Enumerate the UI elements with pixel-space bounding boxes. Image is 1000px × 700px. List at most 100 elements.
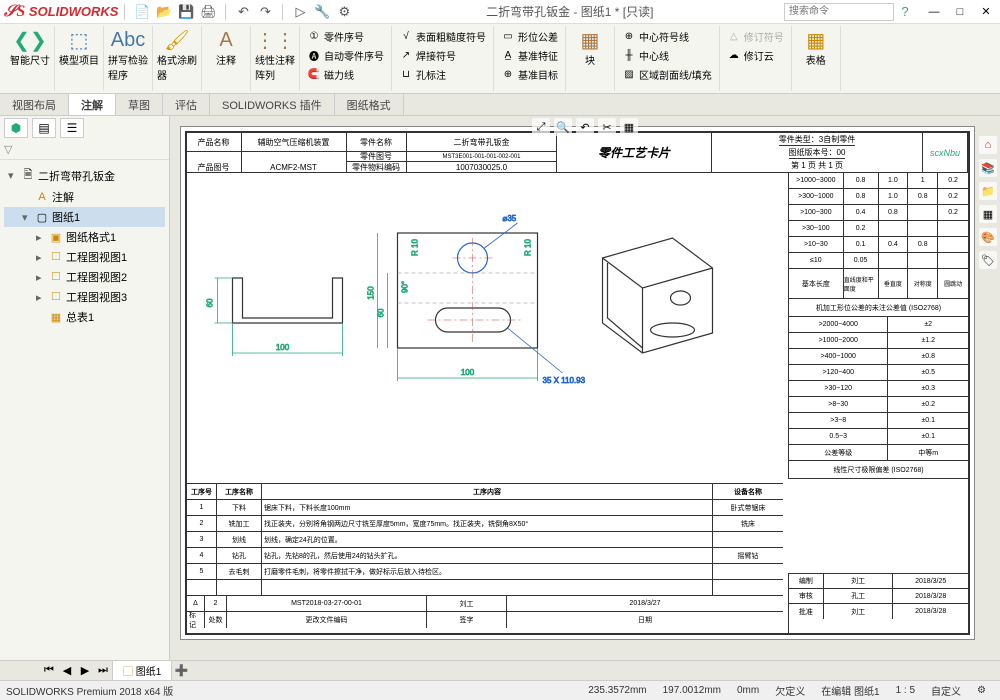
svg-text:60: 60 xyxy=(377,308,386,317)
center-mark-button[interactable]: ⊕中心符号线 xyxy=(619,28,715,45)
auto-balloon-button[interactable]: 🅐自动零件序号 xyxy=(304,47,387,64)
hdr-prod-num-val xyxy=(242,152,347,162)
weld-symbol-button[interactable]: ↗焊接符号 xyxy=(396,47,489,64)
tab-addins[interactable]: SOLIDWORKS 插件 xyxy=(210,94,335,115)
minimize-button[interactable]: — xyxy=(924,3,944,21)
hdr-mat-code-val: 1007030025.0 xyxy=(407,162,557,172)
revision-cloud-button[interactable]: ☁修订云 xyxy=(724,47,787,64)
section-icon[interactable]: ✂ xyxy=(598,118,616,136)
heads-up-toolbar: ⤢ 🔍 ↶ ✂ ▦ xyxy=(532,118,638,136)
centerline-button[interactable]: ╫中心线 xyxy=(619,47,715,64)
svg-text:90°: 90° xyxy=(401,281,410,293)
filter-icon[interactable]: ▽ xyxy=(4,143,12,156)
format-painter-button[interactable]: 🖌 格式涂刷器 xyxy=(157,28,197,82)
display-style-icon[interactable]: ▦ xyxy=(620,118,638,136)
geo-tol-icon: ▭ xyxy=(501,31,515,42)
sheet-tab-1[interactable]: ▢ 图纸1 xyxy=(112,660,172,681)
feature-tree-tab[interactable]: ⬢ xyxy=(4,118,28,138)
feature-tree[interactable]: ▾🗎二折弯带孔钣金 A注解 ▾▢图纸1 ▸▣图纸格式1 ▸🞎工程图视图1 ▸🞎工… xyxy=(0,160,169,660)
status-gear-icon[interactable]: ⚙ xyxy=(977,685,986,696)
tol2-row: >30~120±0.3 xyxy=(789,381,968,397)
spell-check-button[interactable]: Abc 拼写检验程序 xyxy=(108,28,148,82)
tab-next-icon[interactable]: ▶ xyxy=(76,664,94,677)
feature-manager-panel: ⬢ ▤ ☰ ▽ ▾🗎二折弯带孔钣金 A注解 ▾▢图纸1 ▸▣图纸格式1 ▸🞎工程… xyxy=(0,116,170,660)
hdr-prod-name-val: 辅助空气压缩机装置 xyxy=(242,133,347,152)
weld-icon: ↗ xyxy=(399,50,413,61)
linear-note-button[interactable]: ⋮⋮ 线性注释阵列 xyxy=(255,28,295,82)
tree-view1[interactable]: ▸🞎工程图视图1 xyxy=(4,247,165,267)
tree-sheet1[interactable]: ▾▢图纸1 xyxy=(4,207,165,227)
command-search-input[interactable] xyxy=(784,3,894,21)
tab-last-icon[interactable]: ⏭ xyxy=(94,664,112,677)
design-lib-icon[interactable]: 📚 xyxy=(979,159,997,177)
close-button[interactable]: ✕ xyxy=(976,3,996,21)
table-button[interactable]: ▦ 表格 xyxy=(796,28,836,67)
undo-icon[interactable]: ↶ xyxy=(234,3,252,21)
svg-text:R 10: R 10 xyxy=(524,239,533,256)
svg-text:150: 150 xyxy=(367,286,376,300)
config-tab[interactable]: ☰ xyxy=(60,118,84,138)
tab-prev-icon[interactable]: ◀ xyxy=(58,664,76,677)
view-palette-icon[interactable]: ▦ xyxy=(979,205,997,223)
status-custom[interactable]: 自定义 xyxy=(931,683,961,698)
add-sheet-icon[interactable]: ➕ xyxy=(172,664,190,677)
company-logo: scxNbu xyxy=(923,133,968,172)
drawing-canvas[interactable]: ⤢ 🔍 ↶ ✂ ▦ ⌂ 📚 📁 ▦ 🎨 🏷 产品名称 辅助空气压缩机装置 xyxy=(170,116,1000,660)
balloon-button[interactable]: ①零件序号 xyxy=(304,28,387,45)
zoom-fit-icon[interactable]: ⤢ xyxy=(532,118,550,136)
tab-first-icon[interactable]: ⏮ xyxy=(40,664,58,677)
view-icon: 🞎 xyxy=(49,271,63,284)
resources-icon[interactable]: ⌂ xyxy=(979,136,997,154)
sheet-tabs: ⏮ ◀ ▶ ⏭ ▢ 图纸1 ➕ xyxy=(0,660,1000,680)
select-icon[interactable]: ▷ xyxy=(291,3,309,21)
model-items-button[interactable]: ⬚ 模型项目 xyxy=(59,28,99,67)
rebuild-icon[interactable]: 🔧 xyxy=(313,3,331,21)
app-logo: 𝒮S SOLIDWORKS xyxy=(4,3,118,21)
datum-feature-button[interactable]: A̲基准特征 xyxy=(498,47,561,64)
smart-dimension-button[interactable]: ❮❯ 智能尺寸 xyxy=(10,28,50,67)
tab-view-layout[interactable]: 视图布局 xyxy=(0,94,69,115)
tree-sheet-format[interactable]: ▸▣图纸格式1 xyxy=(4,227,165,247)
tab-sketch[interactable]: 草图 xyxy=(116,94,163,115)
hatch-icon: ▨ xyxy=(622,69,636,80)
help-icon[interactable]: ? xyxy=(896,3,914,21)
drawing-sheet[interactable]: 产品名称 辅助空气压缩机装置 零件名称 二折弯带孔钣金 零件图号 MST3E00… xyxy=(180,126,975,640)
tab-evaluate[interactable]: 评估 xyxy=(163,94,210,115)
options-icon[interactable]: ⚙ xyxy=(335,3,353,21)
save-icon[interactable]: 💾 xyxy=(177,3,195,21)
part-type-label: 零件类型：3自制零件 xyxy=(779,133,855,146)
magnetic-line-button[interactable]: 🧲磁力线 xyxy=(304,66,387,83)
format-icon: ▣ xyxy=(49,231,63,244)
revision-symbol-button[interactable]: △修订符号 xyxy=(724,28,787,45)
tab-annotate[interactable]: 注解 xyxy=(69,94,116,115)
file-explorer-icon[interactable]: 📁 xyxy=(979,182,997,200)
custom-props-icon[interactable]: 🏷 xyxy=(979,251,997,269)
tab-sheet-format[interactable]: 图纸格式 xyxy=(335,94,404,115)
prev-view-icon[interactable]: ↶ xyxy=(576,118,594,136)
hole-callout-button[interactable]: ⊔孔标注 xyxy=(396,66,489,83)
tol2-row: >120~400±0.5 xyxy=(789,365,968,381)
zoom-area-icon[interactable]: 🔍 xyxy=(554,118,572,136)
note-button[interactable]: A 注释 xyxy=(206,28,246,67)
center-mark-icon: ⊕ xyxy=(622,31,636,42)
tree-annotations[interactable]: A注解 xyxy=(4,187,165,207)
tree-general-table[interactable]: ▦总表1 xyxy=(4,307,165,327)
property-tab[interactable]: ▤ xyxy=(32,118,56,138)
tree-view3[interactable]: ▸🞎工程图视图3 xyxy=(4,287,165,307)
tree-view2[interactable]: ▸🞎工程图视图2 xyxy=(4,267,165,287)
tol2-row: >3~8±0.1 xyxy=(789,413,968,429)
new-icon[interactable]: 📄 xyxy=(133,3,151,21)
block-button[interactable]: ▦ 块 xyxy=(570,28,610,67)
hatch-button[interactable]: ▨区域剖面线/填充 xyxy=(619,66,715,83)
open-icon[interactable]: 📂 xyxy=(155,3,173,21)
tree-root[interactable]: ▾🗎二折弯带孔钣金 xyxy=(4,164,165,187)
surface-finish-button[interactable]: √表面粗糙度符号 xyxy=(396,28,489,45)
maximize-button[interactable]: □ xyxy=(950,3,970,21)
appearance-icon[interactable]: 🎨 xyxy=(979,228,997,246)
print-icon[interactable]: 🖨 xyxy=(199,3,217,21)
redo-icon[interactable]: ↷ xyxy=(256,3,274,21)
datum-target-button[interactable]: ⊕基准目标 xyxy=(498,66,561,83)
process-table: 工序号 工序名称 工序内容 设备名称 1下料锯床下料，下料长度100mm卧式带锯… xyxy=(187,483,783,633)
status-scale[interactable]: 1 : 5 xyxy=(896,685,915,696)
geometric-tol-button[interactable]: ▭形位公差 xyxy=(498,28,561,45)
